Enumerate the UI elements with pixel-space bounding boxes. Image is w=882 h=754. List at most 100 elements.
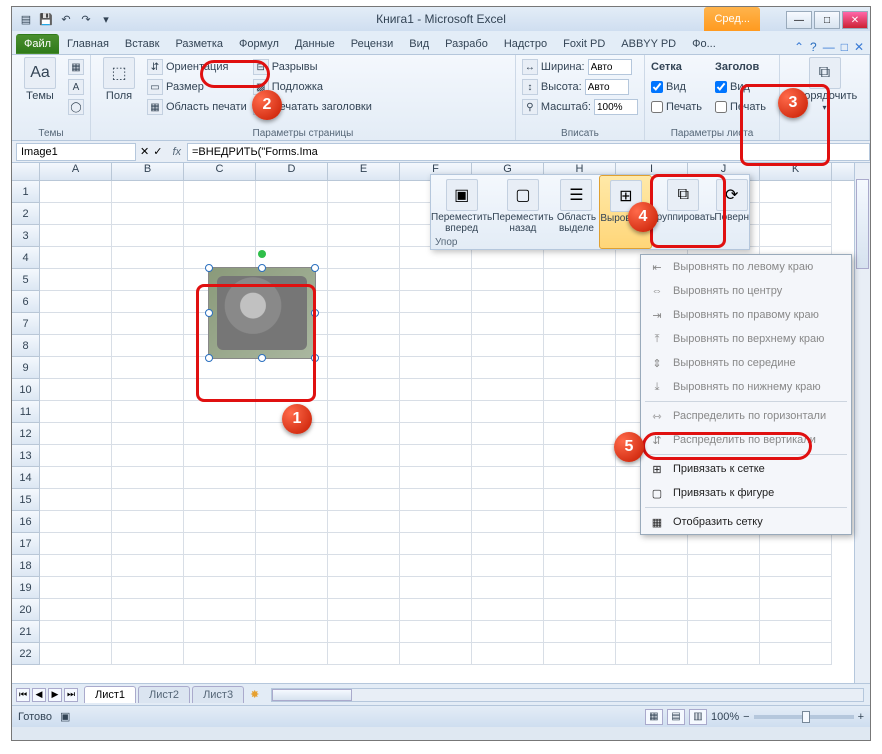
- col-header[interactable]: A: [40, 163, 112, 180]
- cell[interactable]: [40, 555, 112, 577]
- cell[interactable]: [40, 203, 112, 225]
- redo-icon[interactable]: ↷: [78, 11, 94, 27]
- cell[interactable]: [184, 599, 256, 621]
- cell[interactable]: [400, 357, 472, 379]
- tab-view[interactable]: Вид: [401, 34, 437, 54]
- cell[interactable]: [400, 335, 472, 357]
- row-header[interactable]: 8: [12, 335, 40, 357]
- cell[interactable]: [256, 379, 328, 401]
- cell[interactable]: [328, 643, 400, 665]
- cell[interactable]: [112, 489, 184, 511]
- col-header[interactable]: D: [256, 163, 328, 180]
- cell[interactable]: [112, 379, 184, 401]
- view-pagebreak-icon[interactable]: ▥: [689, 709, 707, 725]
- cell[interactable]: [544, 379, 616, 401]
- cell[interactable]: [472, 379, 544, 401]
- cell[interactable]: [688, 621, 760, 643]
- row-header[interactable]: 21: [12, 621, 40, 643]
- tab-data[interactable]: Данные: [287, 34, 343, 54]
- view-normal-icon[interactable]: ▦: [645, 709, 663, 725]
- cell[interactable]: [328, 533, 400, 555]
- breaks-button[interactable]: ⊟Разрывы: [253, 57, 372, 77]
- cell[interactable]: [112, 445, 184, 467]
- cell[interactable]: [328, 511, 400, 533]
- cell[interactable]: [112, 467, 184, 489]
- cell[interactable]: [472, 357, 544, 379]
- size-button[interactable]: ▭Размер: [147, 77, 247, 97]
- rotate-button[interactable]: ⟳Поверн: [714, 175, 749, 249]
- tab-insert[interactable]: Вставк: [117, 34, 168, 54]
- cell[interactable]: [112, 511, 184, 533]
- cell[interactable]: [472, 313, 544, 335]
- resize-handle[interactable]: [311, 309, 319, 317]
- cell[interactable]: [328, 555, 400, 577]
- cell[interactable]: [40, 467, 112, 489]
- cell[interactable]: [112, 335, 184, 357]
- cell[interactable]: [760, 599, 832, 621]
- cell[interactable]: [184, 489, 256, 511]
- cell[interactable]: [256, 533, 328, 555]
- view-gridlines-item[interactable]: ▦Отобразить сетку: [641, 510, 851, 534]
- cell[interactable]: [472, 423, 544, 445]
- cell[interactable]: [544, 335, 616, 357]
- cell[interactable]: [472, 555, 544, 577]
- cell[interactable]: [760, 555, 832, 577]
- cell[interactable]: [400, 489, 472, 511]
- workbook-close-icon[interactable]: ✕: [854, 40, 864, 54]
- head-print-check[interactable]: [715, 101, 727, 113]
- cell[interactable]: [400, 643, 472, 665]
- grid-print-check[interactable]: [651, 101, 663, 113]
- snap-to-shape-item[interactable]: ▢Привязать к фигуре: [641, 481, 851, 505]
- cell[interactable]: [688, 599, 760, 621]
- snap-to-grid-item[interactable]: ⊞Привязать к сетке: [641, 457, 851, 481]
- row-header[interactable]: 16: [12, 511, 40, 533]
- macro-record-icon[interactable]: ▣: [60, 710, 70, 723]
- cell[interactable]: [112, 423, 184, 445]
- cell[interactable]: [472, 599, 544, 621]
- cell[interactable]: [400, 533, 472, 555]
- row-header[interactable]: 9: [12, 357, 40, 379]
- cell[interactable]: [40, 313, 112, 335]
- cell[interactable]: [400, 269, 472, 291]
- theme-effects[interactable]: ◯: [68, 97, 84, 117]
- cell[interactable]: [40, 247, 112, 269]
- formula-input[interactable]: =ВНЕДРИТЬ("Forms.Ima: [187, 143, 870, 161]
- cell[interactable]: [400, 621, 472, 643]
- embedded-image-object[interactable]: [208, 267, 316, 359]
- cell[interactable]: [544, 401, 616, 423]
- cell[interactable]: [184, 225, 256, 247]
- scroll-thumb[interactable]: [856, 179, 869, 269]
- row-header[interactable]: 3: [12, 225, 40, 247]
- cell[interactable]: [40, 621, 112, 643]
- zoom-thumb[interactable]: [802, 711, 810, 723]
- theme-colors[interactable]: ▦: [68, 57, 84, 77]
- cell[interactable]: [544, 467, 616, 489]
- cell[interactable]: [400, 577, 472, 599]
- cell[interactable]: [112, 225, 184, 247]
- cell[interactable]: [112, 643, 184, 665]
- cell[interactable]: [112, 203, 184, 225]
- cell[interactable]: [40, 577, 112, 599]
- cell[interactable]: [328, 489, 400, 511]
- cell[interactable]: [544, 643, 616, 665]
- zoom-slider[interactable]: [754, 715, 854, 719]
- cell[interactable]: [616, 599, 688, 621]
- row-header[interactable]: 2: [12, 203, 40, 225]
- vertical-scrollbar[interactable]: [854, 163, 870, 683]
- cell[interactable]: [256, 643, 328, 665]
- cell[interactable]: [472, 643, 544, 665]
- theme-fonts[interactable]: A: [68, 77, 84, 97]
- cell[interactable]: [544, 621, 616, 643]
- row-header[interactable]: 5: [12, 269, 40, 291]
- margins-button[interactable]: ⬚ Поля: [97, 57, 141, 128]
- cell[interactable]: [544, 269, 616, 291]
- row-header[interactable]: 12: [12, 423, 40, 445]
- cell[interactable]: [40, 533, 112, 555]
- cell[interactable]: [40, 181, 112, 203]
- close-button[interactable]: ✕: [842, 11, 868, 29]
- cell[interactable]: [112, 577, 184, 599]
- resize-handle[interactable]: [258, 354, 266, 362]
- new-sheet-icon[interactable]: ✸: [244, 688, 265, 701]
- cell[interactable]: [112, 401, 184, 423]
- cell[interactable]: [256, 511, 328, 533]
